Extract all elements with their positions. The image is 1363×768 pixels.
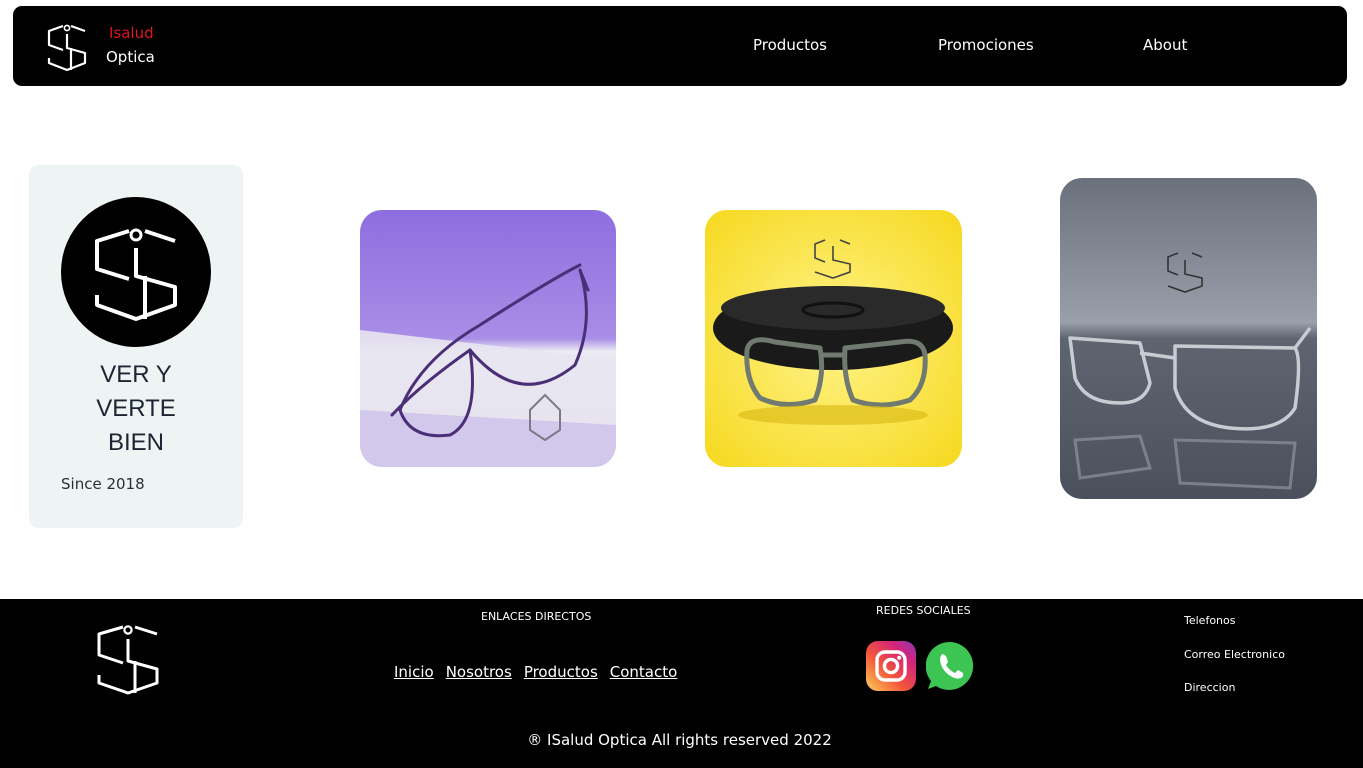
- hero-tagline-line: VERTE: [96, 395, 176, 422]
- links-heading: ENLACES DIRECTOS: [481, 610, 592, 623]
- top-navbar: Isalud Optica Productos Promociones Abou…: [13, 6, 1347, 86]
- yellow-glasses-photo[interactable]: [705, 210, 962, 467]
- nav-about-link[interactable]: About: [1143, 36, 1187, 54]
- purple-glasses-photo[interactable]: [360, 210, 616, 467]
- since-label: Since 2018: [61, 475, 145, 493]
- isalud-logo-icon[interactable]: [43, 20, 91, 72]
- grey-glasses-photo[interactable]: [1060, 178, 1317, 499]
- footer-link-productos[interactable]: Productos: [524, 663, 598, 681]
- site-footer: ENLACES DIRECTOS Inicio Nosotros Product…: [0, 599, 1363, 768]
- whatsapp-icon[interactable]: [926, 641, 976, 691]
- instagram-icon[interactable]: [866, 641, 916, 691]
- brand-name-line1: Isalud: [109, 24, 154, 42]
- hero-tagline-line: VER Y: [100, 361, 172, 388]
- footer-link-contacto[interactable]: Contacto: [610, 663, 678, 681]
- hero-tagline-line: BIEN: [107, 429, 164, 456]
- contact-telefonos[interactable]: Telefonos: [1184, 614, 1235, 627]
- social-heading: REDES SOCIALES: [876, 604, 971, 617]
- footer-link-inicio[interactable]: Inicio: [394, 663, 434, 681]
- hero-logo-badge: [61, 197, 211, 347]
- isalud-logo-icon[interactable]: [95, 619, 161, 695]
- copyright-label: ® ISalud Optica All rights reserved 2022: [527, 731, 832, 749]
- hero-tagline: VER Y VERTE BIEN: [29, 358, 243, 460]
- contact-direccion[interactable]: Direccion: [1184, 681, 1235, 694]
- footer-links: Inicio Nosotros Productos Contacto: [394, 663, 677, 681]
- copyright-text: ® ISalud Optica All rights reserved 2022: [0, 731, 1363, 749]
- brand-name-line2: Optica: [106, 48, 155, 66]
- contact-correo[interactable]: Correo Electronico: [1184, 648, 1285, 661]
- nav-promociones-link[interactable]: Promociones: [938, 36, 1034, 54]
- isalud-logo-icon: [95, 228, 177, 321]
- footer-link-nosotros[interactable]: Nosotros: [446, 663, 512, 681]
- nav-productos-link[interactable]: Productos: [753, 36, 827, 54]
- hero-card: VER Y VERTE BIEN Since 2018: [29, 165, 243, 528]
